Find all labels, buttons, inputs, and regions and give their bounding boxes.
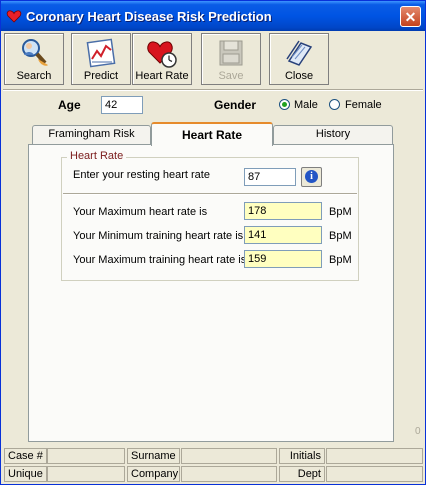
heart-rate-group-title: Heart Rate	[67, 150, 127, 162]
min-training-rate-label: Your Minimum training heart rate is	[73, 230, 244, 242]
window-close-button[interactable]: ✕	[400, 6, 421, 27]
gender-male-radio[interactable]	[279, 99, 290, 110]
tab-history[interactable]: History	[273, 125, 393, 144]
case-label: Case #	[4, 448, 47, 464]
predict-label: Predict	[83, 70, 119, 82]
close-book-icon	[286, 40, 313, 66]
max-training-rate-label: Your Maximum training heart rate is	[73, 254, 247, 266]
predict-button[interactable]: Predict	[71, 33, 131, 85]
chart-icon	[86, 38, 116, 68]
disk-icon	[219, 40, 243, 66]
gender-female-label: Female	[345, 99, 382, 111]
heart-icon	[6, 10, 22, 23]
toolbar: Search Predict Heart Rate Save Close	[1, 31, 425, 87]
close-button[interactable]: Close	[269, 33, 329, 85]
save-label: Save	[218, 70, 244, 82]
close-label: Close	[284, 70, 314, 82]
max-heart-rate-label: Your Maximum heart rate is	[73, 206, 208, 218]
info-button[interactable]: i	[301, 167, 322, 187]
resting-heart-rate-input[interactable]	[244, 168, 296, 186]
window-title: Coronary Heart Disease Risk Prediction	[26, 9, 272, 24]
min-training-rate-field	[244, 226, 322, 244]
heart-rate-button[interactable]: Heart Rate	[132, 33, 192, 85]
save-button[interactable]: Save	[201, 33, 261, 85]
company-value	[181, 466, 277, 482]
max-training-rate-field	[244, 250, 322, 268]
title-bar: Coronary Heart Disease Risk Prediction ✕	[1, 1, 425, 31]
surname-label: Surname	[127, 448, 180, 464]
app-window: Coronary Heart Disease Risk Prediction ✕…	[0, 0, 426, 485]
search-label: Search	[16, 70, 52, 82]
toolbar-divider	[3, 89, 423, 91]
surname-value	[181, 448, 277, 464]
stray-text: 0	[415, 426, 421, 437]
tab-framingham-risk[interactable]: Framingham Risk	[32, 125, 151, 144]
unique-label: Unique	[4, 466, 47, 482]
company-label: Company	[127, 466, 180, 482]
heart-rate-label: Heart Rate	[135, 70, 189, 82]
search-button[interactable]: Search	[4, 33, 64, 85]
case-value	[47, 448, 125, 464]
gender-label: Gender	[214, 98, 257, 112]
tab-heart-rate[interactable]: Heart Rate	[151, 122, 273, 146]
resting-heart-rate-label: Enter your resting heart rate	[73, 169, 210, 181]
unique-value	[47, 466, 125, 482]
age-label: Age	[58, 98, 81, 112]
search-icon	[22, 39, 48, 66]
dept-label: Dept	[279, 466, 325, 482]
max-heart-rate-field	[244, 202, 322, 220]
initials-value	[326, 448, 423, 464]
max-training-rate-unit: BpM	[329, 254, 352, 266]
dept-value	[326, 466, 423, 482]
initials-label: Initials	[279, 448, 325, 464]
age-input[interactable]	[101, 96, 143, 114]
min-training-rate-unit: BpM	[329, 230, 352, 242]
max-heart-rate-unit: BpM	[329, 206, 352, 218]
info-icon: i	[305, 170, 318, 183]
gender-male-label: Male	[294, 99, 318, 111]
heart-clock-icon	[147, 41, 177, 68]
gender-female-radio[interactable]	[329, 99, 340, 110]
group-divider	[63, 193, 357, 195]
